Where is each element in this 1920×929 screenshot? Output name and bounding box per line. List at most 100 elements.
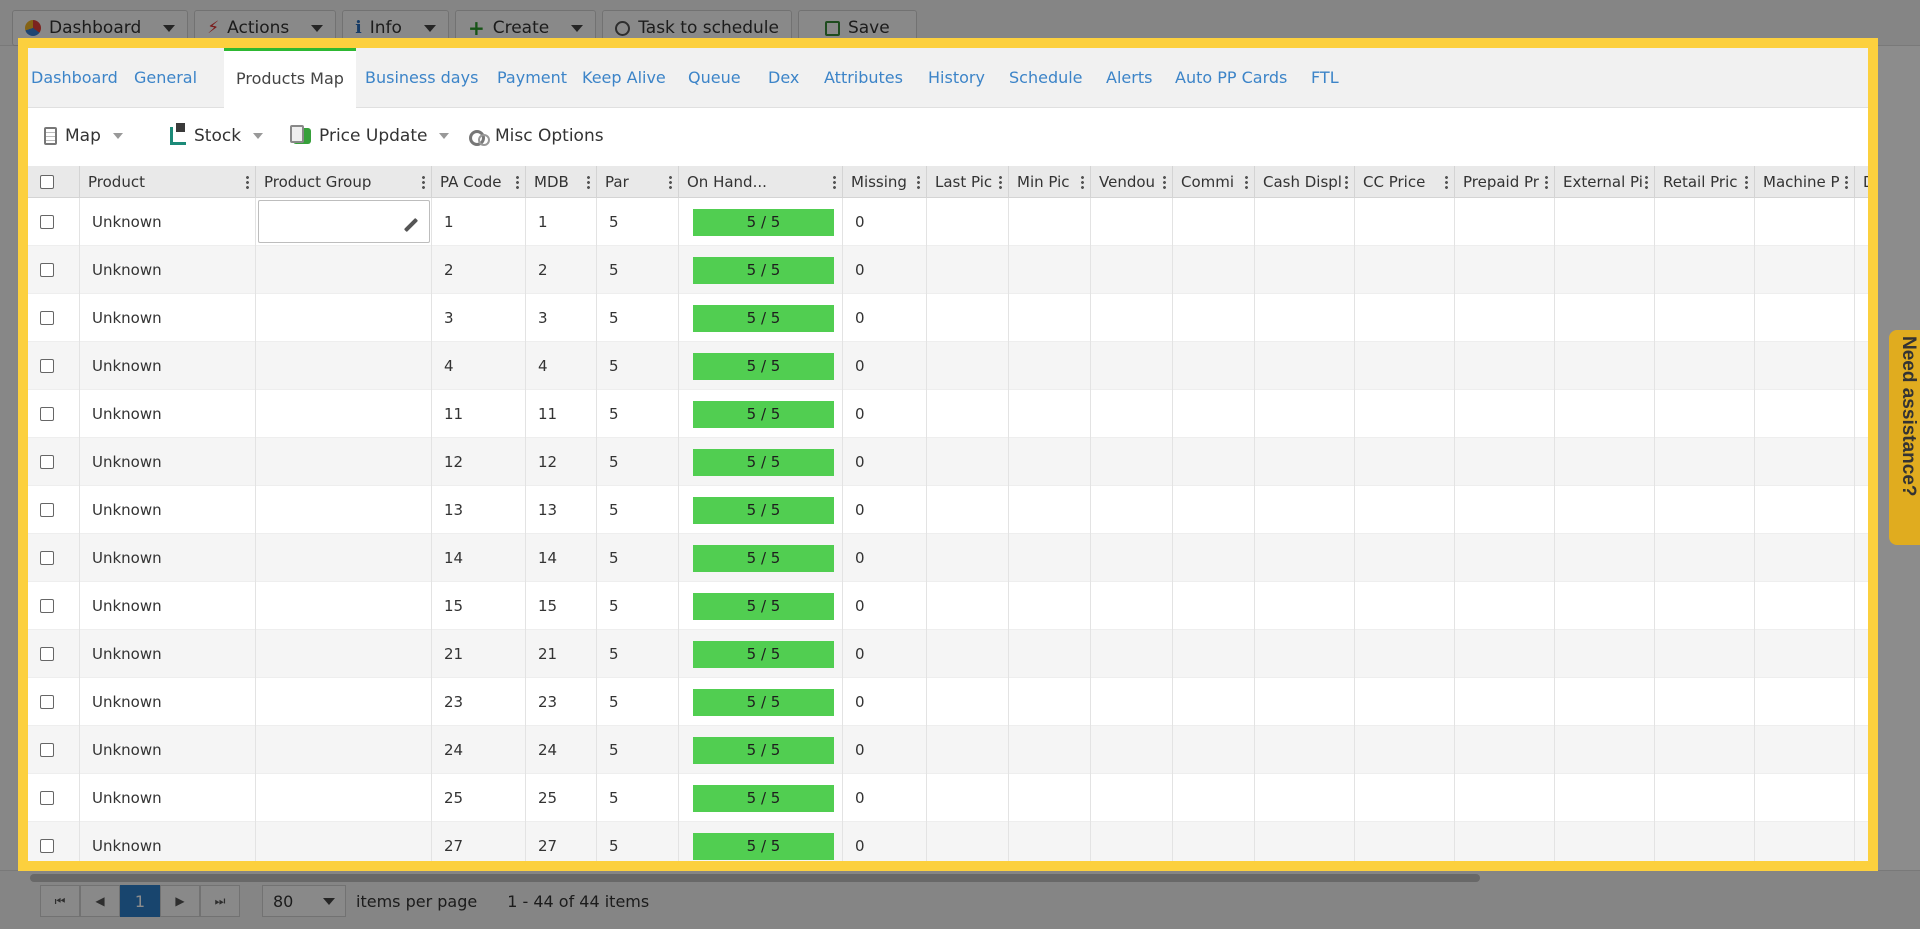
cell-dex[interactable]: 0.00 [1855,486,1868,534]
cell-mdb[interactable]: 23 [526,678,597,726]
map-menu-button[interactable]: Map [44,126,123,146]
table-row[interactable]: Unknown151555 / 500.00 [28,582,1868,630]
cell-vendout[interactable] [1091,198,1173,246]
cell-commission[interactable] [1173,294,1255,342]
cell-prepaid-price[interactable] [1455,486,1555,534]
cell-min-pic[interactable] [1009,678,1091,726]
row-checkbox[interactable] [40,839,54,853]
column-header-missing[interactable]: Missing [843,166,927,198]
cell-machine-price[interactable] [1755,678,1855,726]
cell-cash-display[interactable] [1255,630,1355,678]
cell-cash-display[interactable] [1255,582,1355,630]
cell-product[interactable]: Unknown [80,246,256,294]
cell-retail-price[interactable] [1655,678,1755,726]
cell-cash-display[interactable] [1255,678,1355,726]
row-checkbox[interactable] [40,647,54,661]
cell-on-hand[interactable]: 5 / 5 [679,390,843,438]
column-menu-icon[interactable] [1645,175,1648,189]
cell-machine-price[interactable] [1755,246,1855,294]
column-menu-icon[interactable] [1745,175,1748,189]
column-menu-icon[interactable] [516,175,519,189]
cell-machine-price[interactable] [1755,486,1855,534]
column-menu-icon[interactable] [1245,175,1248,189]
column-header-prepaid-price[interactable]: Prepaid Pr [1455,166,1555,198]
cell-dex[interactable]: 0.00 [1855,198,1868,246]
cell-external-price[interactable] [1555,198,1655,246]
cell-missing[interactable]: 0 [843,726,927,774]
cell-cc-price[interactable] [1355,438,1455,486]
column-header-machine-price[interactable]: Machine P [1755,166,1855,198]
cell-missing[interactable]: 0 [843,534,927,582]
cell-cc-price[interactable] [1355,630,1455,678]
cell-on-hand[interactable]: 5 / 5 [679,774,843,822]
cell-retail-price[interactable] [1655,534,1755,582]
row-checkbox[interactable] [40,263,54,277]
cell-cash-display[interactable] [1255,822,1355,861]
tab-products-map[interactable]: Products Map [224,48,356,109]
cell-missing[interactable]: 0 [843,678,927,726]
tab-auto-pp-cards[interactable]: Auto PP Cards [1172,48,1290,108]
cell-prepaid-price[interactable] [1455,726,1555,774]
cell-pa-code[interactable]: 24 [432,726,526,774]
cell-mdb[interactable]: 15 [526,582,597,630]
cell-vendout[interactable] [1091,678,1173,726]
cell-cc-price[interactable] [1355,294,1455,342]
cell-pa-code[interactable]: 27 [432,822,526,861]
cell-prepaid-price[interactable] [1455,198,1555,246]
row-checkbox[interactable] [40,743,54,757]
cell-product[interactable]: Unknown [80,774,256,822]
cell-cash-display[interactable] [1255,390,1355,438]
cell-prepaid-price[interactable] [1455,390,1555,438]
cell-mdb[interactable]: 4 [526,342,597,390]
cell-commission[interactable] [1173,582,1255,630]
cell-missing[interactable]: 0 [843,486,927,534]
table-row[interactable]: Unknown1155 / 500.00 [28,198,1868,246]
cell-dex[interactable]: 0.00 [1855,774,1868,822]
row-checkbox[interactable] [40,455,54,469]
cell-retail-price[interactable] [1655,486,1755,534]
cell-mdb[interactable]: 11 [526,390,597,438]
cell-last-pic[interactable] [927,246,1009,294]
cell-commission[interactable] [1173,630,1255,678]
cell-retail-price[interactable] [1655,582,1755,630]
cell-vendout[interactable] [1091,246,1173,294]
table-row[interactable]: Unknown252555 / 500.00 [28,774,1868,822]
cell-cash-display[interactable] [1255,534,1355,582]
cell-last-pic[interactable] [927,582,1009,630]
cell-min-pic[interactable] [1009,246,1091,294]
column-menu-icon[interactable] [1845,175,1848,189]
cell-product-group[interactable] [256,198,432,246]
cell-last-pic[interactable] [927,342,1009,390]
column-header-on-hand[interactable]: On Hand... [679,166,843,198]
cell-product-group[interactable] [256,630,432,678]
cell-retail-price[interactable] [1655,726,1755,774]
column-header-product-group[interactable]: Product Group [256,166,432,198]
cell-last-pic[interactable] [927,822,1009,861]
cell-pa-code[interactable]: 11 [432,390,526,438]
cell-min-pic[interactable] [1009,822,1091,861]
cell-cash-display[interactable] [1255,246,1355,294]
cell-cc-price[interactable] [1355,822,1455,861]
cell-on-hand[interactable]: 5 / 5 [679,582,843,630]
cell-last-pic[interactable] [927,198,1009,246]
column-menu-icon[interactable] [1545,175,1548,189]
cell-pa-code[interactable]: 13 [432,486,526,534]
column-header-dex[interactable]: Dex [1855,166,1868,198]
cell-missing[interactable]: 0 [843,294,927,342]
tab-ftl[interactable]: FTL [1308,48,1342,108]
cell-on-hand[interactable]: 5 / 5 [679,678,843,726]
cell-cash-display[interactable] [1255,198,1355,246]
cell-retail-price[interactable] [1655,198,1755,246]
tab-keep-alive[interactable]: Keep Alive [579,48,669,108]
product-group-editor[interactable] [258,200,430,243]
cell-min-pic[interactable] [1009,726,1091,774]
cell-cc-price[interactable] [1355,486,1455,534]
cell-prepaid-price[interactable] [1455,630,1555,678]
tab-attributes[interactable]: Attributes [821,48,906,108]
cell-prepaid-price[interactable] [1455,342,1555,390]
column-header-min-pic[interactable]: Min Pic [1009,166,1091,198]
cell-commission[interactable] [1173,246,1255,294]
cell-cc-price[interactable] [1355,726,1455,774]
cell-dex[interactable]: 0.00 [1855,678,1868,726]
cell-machine-price[interactable] [1755,582,1855,630]
